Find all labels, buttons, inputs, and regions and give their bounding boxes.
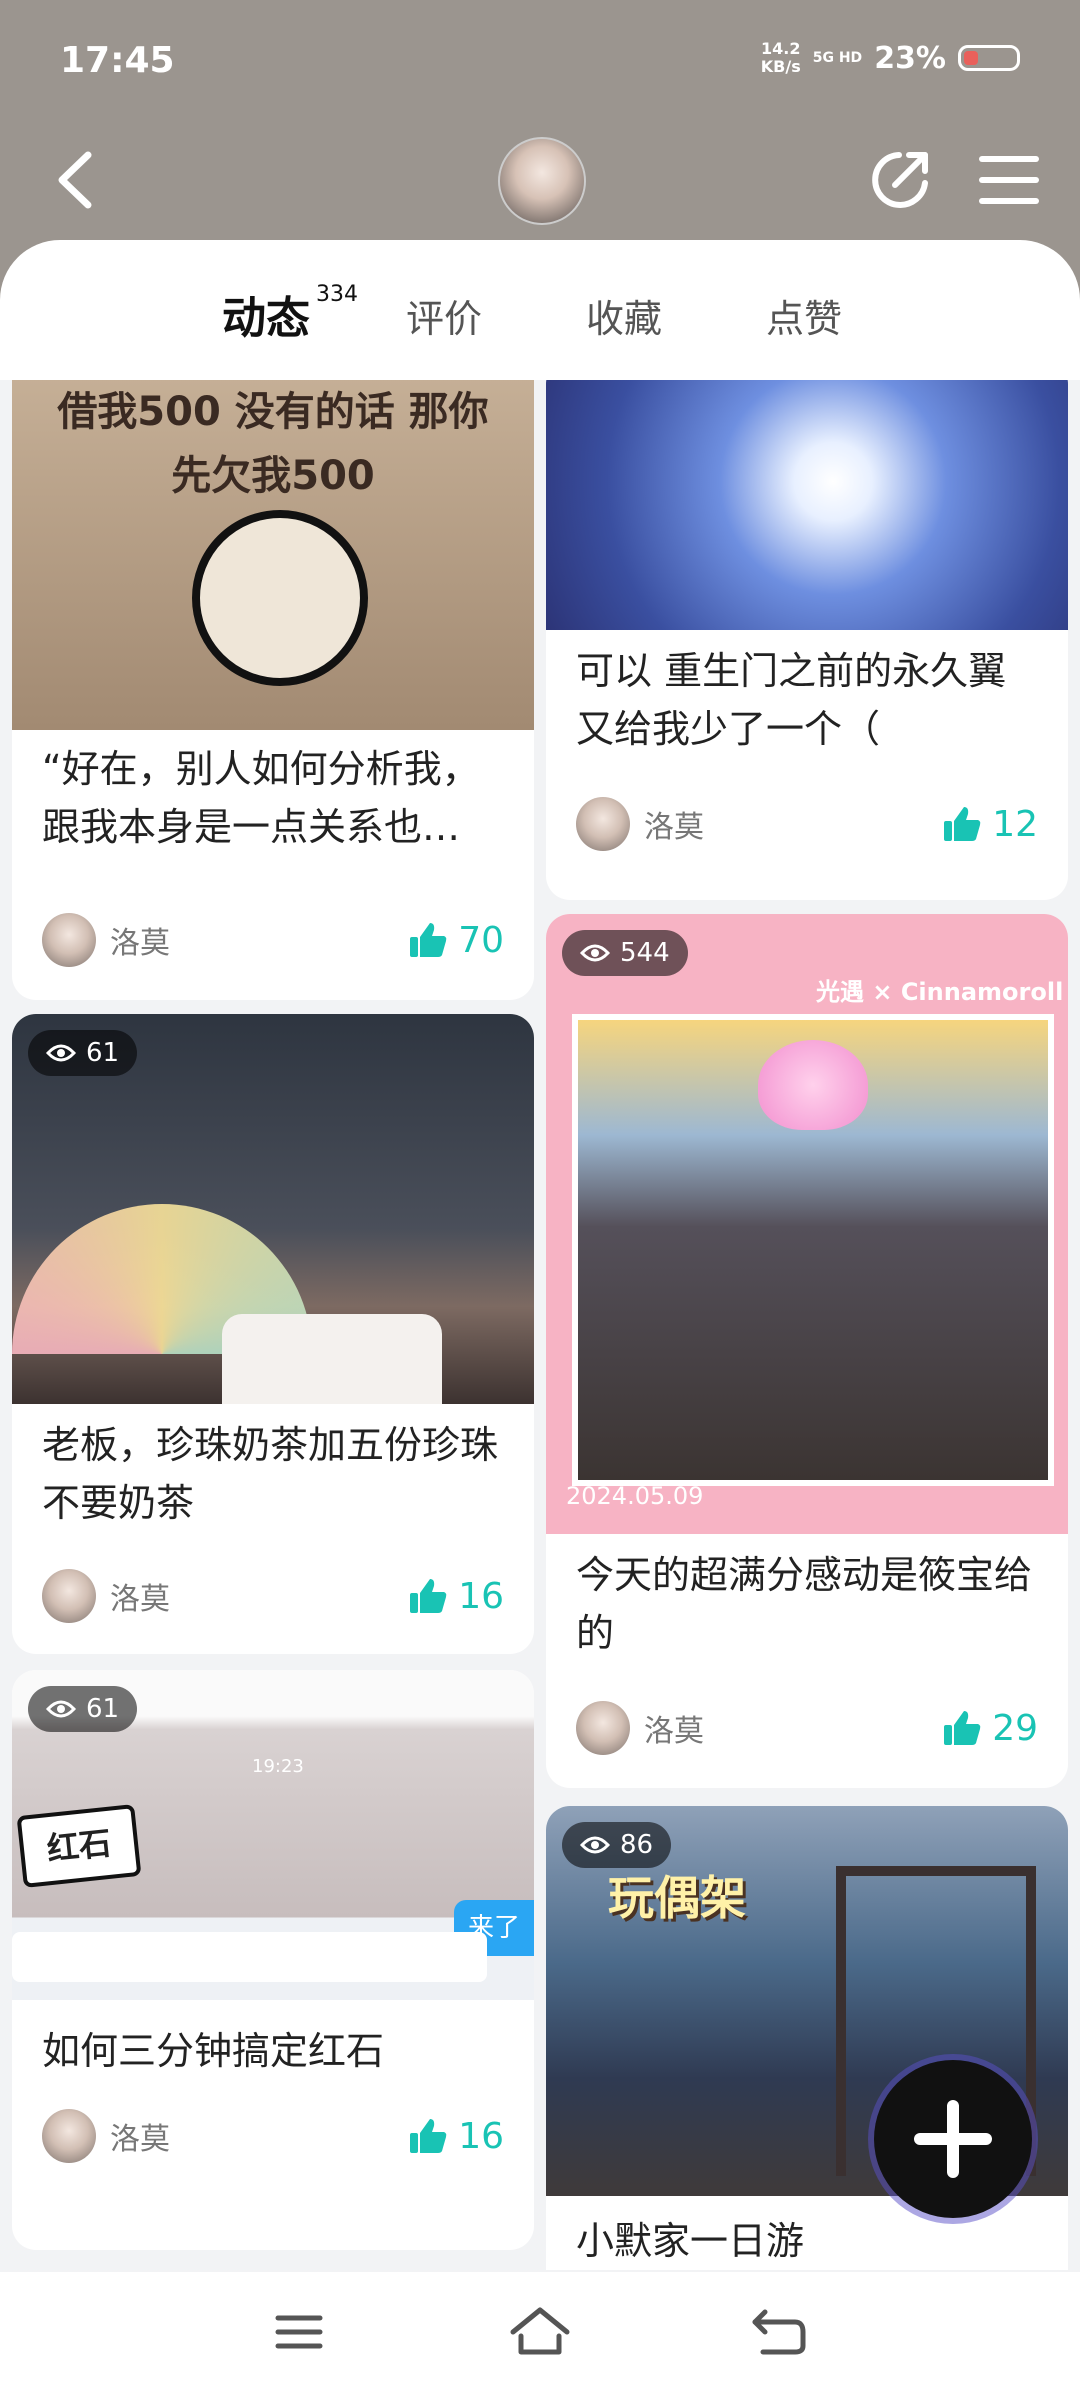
tab-bar: 动态 334 评价 收藏 点赞 bbox=[0, 280, 1080, 360]
back-nav-button[interactable] bbox=[745, 2302, 815, 2362]
thumbs-up-icon bbox=[944, 807, 981, 841]
view-count-badge: 61 bbox=[28, 1030, 138, 1076]
status-bar: 17:45 14.2 KB/s 5G HD 23% bbox=[60, 40, 1020, 90]
status-time: 17:45 bbox=[60, 40, 175, 81]
image-input-bar bbox=[12, 1932, 487, 1982]
view-count-badge: 61 bbox=[28, 1686, 138, 1732]
post-author: 洛莫 bbox=[576, 1700, 704, 1756]
share-icon bbox=[872, 152, 928, 208]
image-caption: 光遇 × Cinnamoroll bbox=[816, 978, 1064, 1006]
top-nav bbox=[0, 135, 1080, 225]
post-author: 洛莫 bbox=[576, 796, 704, 852]
thumbs-up-icon bbox=[410, 1579, 447, 1613]
recent-apps-button[interactable] bbox=[264, 2302, 334, 2362]
post-author: 洛莫 bbox=[42, 1568, 170, 1624]
post-image: 光遇 × Cinnamoroll 2024.05.09 bbox=[546, 914, 1068, 1534]
home-icon bbox=[510, 2307, 570, 2355]
like-count[interactable]: 29 bbox=[942, 1700, 1038, 1756]
post-card[interactable]: 红石 19:23 来了 61 如何三分钟搞定红石 洛莫 16 bbox=[12, 1670, 534, 2250]
post-title: “好在，别人如何分析我，跟我本身是一点关系也… bbox=[42, 747, 480, 849]
thumbs-up-icon bbox=[410, 2119, 447, 2153]
avatar bbox=[42, 913, 96, 967]
back-button[interactable] bbox=[48, 145, 108, 215]
post-card[interactable]: 光遇 × Cinnamoroll 2024.05.09 544 今天的超满分感动… bbox=[546, 914, 1068, 1788]
tab-posts[interactable]: 动态 334 bbox=[222, 282, 358, 346]
chevron-left-icon bbox=[58, 151, 92, 209]
panda-face bbox=[192, 510, 368, 686]
post-author: 洛莫 bbox=[42, 912, 170, 968]
battery-percent: 23% bbox=[874, 40, 946, 76]
post-feed[interactable]: 借我500 没有的话 那你先欠我500 “好在，别人如何分析我，跟我本身是一点关… bbox=[0, 380, 1080, 2270]
like-count[interactable]: 12 bbox=[942, 796, 1038, 852]
system-nav-bar bbox=[0, 2272, 1080, 2400]
post-title: 今天的超满分感动是筱宝给的 bbox=[576, 1553, 1033, 1655]
avatar bbox=[42, 1569, 96, 1623]
post-author: 洛莫 bbox=[42, 2108, 170, 2164]
signal-indicator: 5G HD bbox=[812, 50, 863, 66]
image-caption: 玩偶架 bbox=[608, 1871, 746, 1925]
post-title: 如何三分钟搞定红石 bbox=[42, 2029, 385, 2073]
like-count[interactable]: 16 bbox=[408, 1568, 504, 1624]
net-speed: 14.2 KB/s bbox=[760, 39, 801, 76]
table-decoration bbox=[222, 1314, 442, 1404]
add-post-button[interactable] bbox=[874, 2060, 1032, 2218]
like-count[interactable]: 16 bbox=[408, 2108, 504, 2164]
avatar[interactable] bbox=[498, 137, 586, 225]
avatar bbox=[576, 1701, 630, 1755]
post-card[interactable]: 61 老板，珍珠奶茶加五份珍珠不要奶茶 洛莫 16 bbox=[12, 1014, 534, 1654]
avatar bbox=[576, 797, 630, 851]
home-button[interactable] bbox=[505, 2302, 575, 2362]
view-count-badge: 86 bbox=[562, 1822, 672, 1868]
tab-sheet: 动态 334 评价 收藏 点赞 bbox=[0, 240, 1080, 380]
image-date: 2024.05.09 bbox=[566, 1482, 704, 1510]
eye-icon bbox=[46, 1700, 76, 1718]
avatar bbox=[42, 2109, 96, 2163]
post-title: 小默家一日游 bbox=[576, 2219, 805, 2263]
menu-lines-icon bbox=[275, 2315, 323, 2349]
heart-decoration bbox=[758, 1040, 868, 1130]
post-card[interactable]: 借我500 没有的话 那你先欠我500 “好在，别人如何分析我，跟我本身是一点关… bbox=[12, 380, 534, 1000]
battery-icon bbox=[958, 45, 1020, 71]
like-count[interactable]: 70 bbox=[408, 912, 504, 968]
post-image: 借我500 没有的话 那你先欠我500 bbox=[12, 380, 534, 730]
tab-count-badge: 334 bbox=[316, 282, 358, 307]
image-caption: 红石 bbox=[16, 1804, 142, 1888]
view-count-badge: 544 bbox=[562, 930, 688, 976]
post-title: 可以 重生门之前的永久翼又给我少了一个（ bbox=[576, 649, 1007, 751]
eye-icon bbox=[580, 1836, 610, 1854]
back-arrow-icon bbox=[752, 2309, 806, 2355]
post-title: 老板，珍珠奶茶加五份珍珠不要奶茶 bbox=[42, 1423, 499, 1525]
eye-icon bbox=[580, 944, 610, 962]
post-image bbox=[546, 380, 1068, 630]
image-time: 19:23 bbox=[252, 1756, 304, 1777]
post-card[interactable]: 可以 重生门之前的永久翼又给我少了一个（ 洛莫 12 bbox=[546, 380, 1068, 900]
image-frame bbox=[572, 1014, 1054, 1486]
tab-likes[interactable]: 点赞 bbox=[766, 288, 842, 343]
thumbs-up-icon bbox=[410, 923, 447, 957]
tab-reviews[interactable]: 评价 bbox=[406, 288, 482, 343]
share-button[interactable] bbox=[865, 145, 935, 215]
image-caption: 借我500 没有的话 那你先欠我500 bbox=[57, 389, 489, 499]
hamburger-menu-icon bbox=[979, 156, 1039, 204]
menu-button[interactable] bbox=[978, 153, 1040, 207]
eye-icon bbox=[46, 1044, 76, 1062]
tab-favorites[interactable]: 收藏 bbox=[586, 288, 662, 343]
thumbs-up-icon bbox=[944, 1711, 981, 1745]
plus-icon bbox=[914, 2100, 992, 2178]
